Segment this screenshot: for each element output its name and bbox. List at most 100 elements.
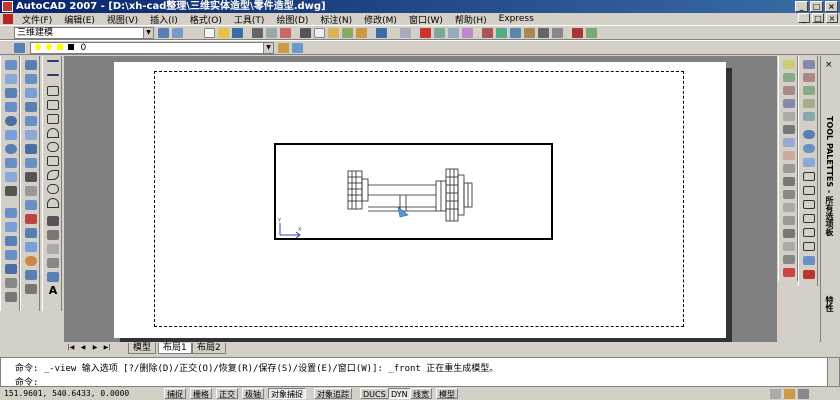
workspace-select[interactable]: 三维建模 ▼ <box>14 27 154 39</box>
prev-tab-button[interactable]: ◀ <box>78 343 88 353</box>
mirror-icon[interactable] <box>783 86 795 95</box>
menu-edit[interactable]: 编辑(E) <box>58 13 101 26</box>
print-icon[interactable] <box>252 28 263 38</box>
arc-icon[interactable] <box>47 128 59 138</box>
circle-icon[interactable] <box>47 142 59 152</box>
coordinate-readout[interactable]: 151.9601, 540.6433, 0.0000 <box>4 388 129 399</box>
publish-icon[interactable] <box>280 28 291 38</box>
magnet-icon[interactable] <box>803 270 815 279</box>
zoom-window-icon[interactable] <box>448 28 459 38</box>
break-icon[interactable] <box>783 216 795 225</box>
multiline-text-icon[interactable]: A <box>47 285 59 296</box>
first-tab-button[interactable]: |◀ <box>66 343 76 353</box>
hatch-icon[interactable] <box>47 258 59 268</box>
table-icon[interactable] <box>47 272 59 282</box>
orbit-icon[interactable] <box>803 130 815 139</box>
copy-object-icon[interactable] <box>783 73 795 82</box>
tab-model[interactable]: 模型 <box>128 343 157 354</box>
close-icon[interactable]: × <box>825 60 833 70</box>
paste-icon[interactable] <box>328 28 339 38</box>
last-tab-button[interactable]: ▶| <box>102 343 112 353</box>
doc-close-button[interactable]: × <box>826 13 838 23</box>
3d-move-icon[interactable] <box>25 60 37 70</box>
thicken-icon[interactable] <box>25 144 37 154</box>
torus-icon[interactable] <box>5 144 17 154</box>
zoom-previous-icon[interactable] <box>462 28 473 38</box>
layer-manager-icon[interactable] <box>14 43 25 53</box>
menu-tools[interactable]: 工具(T) <box>228 13 271 26</box>
ortho-toggle[interactable]: 正交 <box>216 388 238 399</box>
right-view-icon[interactable] <box>803 214 815 223</box>
calculator-icon[interactable] <box>552 28 563 38</box>
redo-icon[interactable] <box>400 28 411 38</box>
ellipse-icon[interactable] <box>47 184 59 194</box>
spline-icon[interactable] <box>47 170 59 180</box>
layer-properties-icon[interactable] <box>572 28 583 38</box>
convert-icon[interactable] <box>25 186 37 196</box>
clean-screen-icon[interactable] <box>798 389 809 399</box>
extend-icon[interactable] <box>783 190 795 199</box>
helix-icon[interactable] <box>5 172 17 182</box>
communication-center-icon[interactable] <box>770 389 781 399</box>
polygon-icon[interactable] <box>47 100 59 110</box>
box-icon[interactable] <box>5 74 17 84</box>
rectangle-icon[interactable] <box>47 114 59 124</box>
command-scrollbar[interactable] <box>827 358 839 386</box>
presspull-icon[interactable] <box>5 222 17 232</box>
minimize-button[interactable]: _ <box>795 1 808 12</box>
close-button[interactable]: × <box>825 1 838 12</box>
help-icon[interactable] <box>586 28 597 38</box>
maximize-button[interactable]: □ <box>810 1 823 12</box>
erase-icon[interactable] <box>783 60 795 69</box>
sweep-icon[interactable] <box>5 236 17 246</box>
loft-icon[interactable] <box>5 264 17 274</box>
grid-toggle[interactable]: 栅格 <box>190 388 212 399</box>
revolve-icon[interactable] <box>5 250 17 260</box>
3d-rotate-icon[interactable] <box>25 74 37 84</box>
lights-icon[interactable] <box>25 270 37 280</box>
pyramid-icon[interactable] <box>5 158 17 168</box>
region-mass-icon[interactable] <box>803 86 815 95</box>
distance-icon[interactable] <box>803 60 815 69</box>
tab-layout1[interactable]: 布局1 <box>158 343 192 354</box>
lock-toolbar-icon[interactable] <box>784 389 795 399</box>
point-icon[interactable] <box>47 244 59 254</box>
visual-style-icon[interactable] <box>25 228 37 238</box>
left-view-icon[interactable] <box>803 200 815 209</box>
next-tab-button[interactable]: ▶ <box>90 343 100 353</box>
menu-dimension[interactable]: 标注(N) <box>314 13 358 26</box>
fillet-icon[interactable] <box>783 255 795 264</box>
menu-window[interactable]: 窗口(W) <box>403 13 449 26</box>
continuous-orbit-icon[interactable] <box>803 158 815 167</box>
copy-icon[interactable] <box>314 28 325 38</box>
block-editor-icon[interactable] <box>356 28 367 38</box>
back-view-icon[interactable] <box>803 242 815 251</box>
menu-file[interactable]: 文件(F) <box>16 13 58 26</box>
layout-viewport[interactable]: Y X <box>274 143 553 240</box>
construction-line-icon[interactable] <box>47 74 59 76</box>
ellipse-arc-icon[interactable] <box>47 198 59 208</box>
tab-layout2[interactable]: 布局2 <box>192 343 226 354</box>
locate-point-icon[interactable] <box>803 112 815 121</box>
properties-palette-label[interactable]: 特性 <box>824 296 835 312</box>
imprint-icon[interactable] <box>25 158 37 168</box>
bottom-view-icon[interactable] <box>803 186 815 195</box>
rotate-icon[interactable] <box>783 138 795 147</box>
extrude-icon[interactable] <box>5 208 17 218</box>
chevron-down-icon[interactable]: ▼ <box>263 43 273 53</box>
scale-icon[interactable] <box>783 151 795 160</box>
zoom-realtime-icon[interactable] <box>434 28 445 38</box>
snap-toggle[interactable]: 捕捉 <box>164 388 186 399</box>
explode-icon[interactable] <box>783 268 795 277</box>
polysolid-icon[interactable] <box>5 60 17 70</box>
autocad-app-icon[interactable] <box>2 1 13 12</box>
doc-restore-button[interactable]: □ <box>812 13 824 23</box>
free-orbit-icon[interactable] <box>803 144 815 153</box>
section-plane-icon[interactable] <box>25 200 37 210</box>
subtract-icon[interactable] <box>5 292 17 302</box>
chevron-down-icon[interactable]: ▼ <box>143 28 153 38</box>
materials-icon[interactable] <box>25 256 37 266</box>
ducs-toggle[interactable]: DUCS <box>360 388 389 399</box>
interfere-icon[interactable] <box>25 116 37 126</box>
menu-view[interactable]: 视图(V) <box>101 13 144 26</box>
